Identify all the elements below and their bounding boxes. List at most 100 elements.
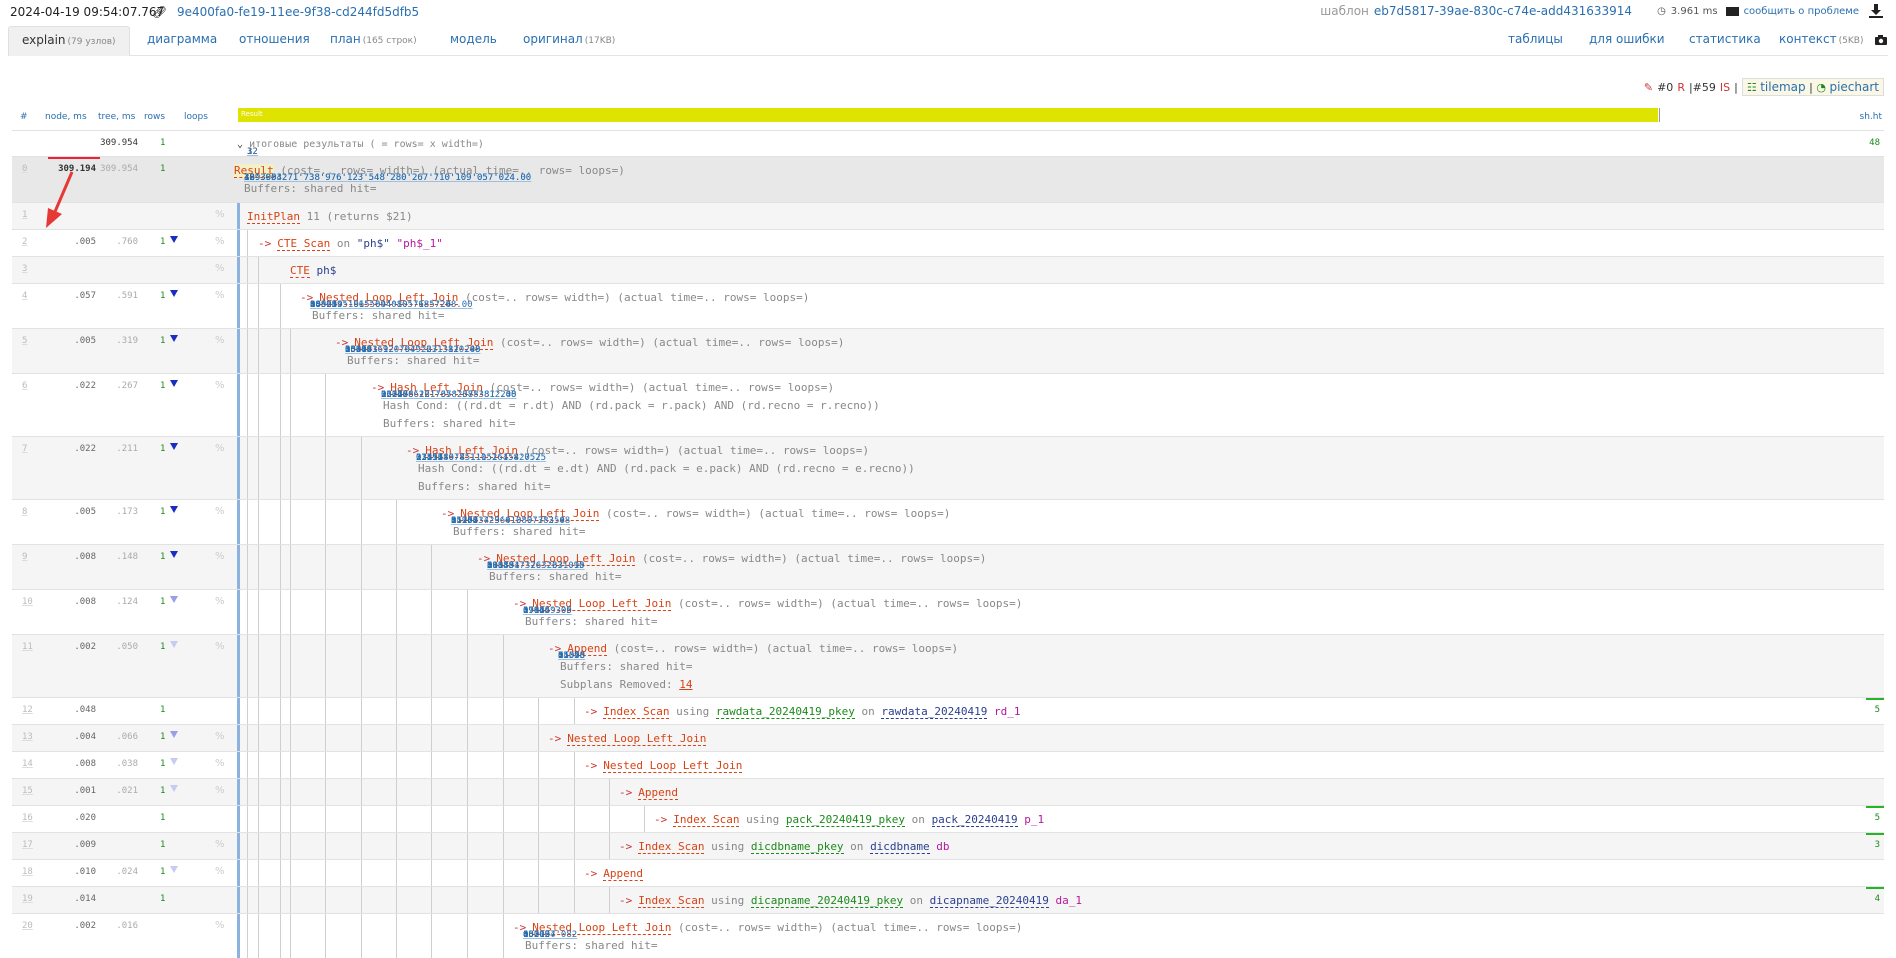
percent-icon[interactable]: % [215, 839, 225, 850]
template-id-link[interactable]: eb7d5817-39ae-830c-c74e-add431633914 [1374, 4, 1632, 18]
row-num[interactable]: 0 [22, 164, 27, 174]
op-name[interactable]: Index Scan [638, 840, 705, 854]
row-num[interactable]: 4 [22, 291, 27, 301]
plan-row[interactable]: 16 .020 1 -> Index Scan using pack_202404… [12, 805, 1884, 832]
op-name[interactable]: Append [603, 867, 643, 881]
plan-row[interactable]: 9 .008 .148 1 % -> Nested Loop Left Join … [12, 544, 1884, 589]
tab-statistics[interactable]: статистика [1676, 26, 1774, 56]
col-hash[interactable]: # [20, 112, 28, 122]
timeline-bar[interactable]: Result [238, 108, 1660, 122]
percent-icon[interactable]: % [215, 731, 225, 742]
percent-icon[interactable]: % [215, 236, 225, 247]
percent-icon[interactable]: % [215, 866, 225, 877]
plan-uuid-link[interactable]: 9e400fa0-fe19-11ee-9f38-cd244fd5dfb5 [177, 5, 419, 19]
expand-triangle-icon[interactable] [170, 758, 178, 765]
percent-icon[interactable]: % [215, 596, 225, 607]
percent-icon[interactable]: % [215, 920, 225, 931]
percent-icon[interactable]: % [215, 758, 225, 769]
col-tree-ms[interactable]: tree, ms [98, 112, 135, 122]
index-name[interactable]: rawdata_20240419_pkey [715, 705, 855, 719]
row-num[interactable]: 8 [22, 507, 27, 517]
tab-tables[interactable]: таблицы [1495, 26, 1576, 56]
op-name[interactable]: Index Scan [638, 894, 705, 908]
percent-icon[interactable]: % [215, 209, 225, 220]
expand-triangle-icon[interactable] [170, 335, 178, 342]
percent-icon[interactable]: % [215, 641, 225, 652]
index-name[interactable]: dicapname_20240419_pkey [750, 894, 904, 908]
col-loops[interactable]: loops [184, 112, 208, 122]
expand-triangle-icon[interactable] [170, 506, 178, 513]
table-name[interactable]: dicdbname [870, 840, 930, 854]
plan-row[interactable]: 10 .008 .124 1 % -> Nested Loop Left Join… [12, 589, 1884, 634]
plan-row[interactable]: 3 % CTE ph$ [12, 256, 1884, 283]
expand-triangle-icon[interactable] [170, 641, 178, 648]
tab-context[interactable]: контекст (5KB) [1766, 26, 1876, 56]
op-name[interactable]: CTE Scan [277, 237, 331, 251]
download-icon[interactable] [1868, 3, 1884, 19]
row-num[interactable]: 6 [22, 381, 27, 391]
tab-diagram[interactable]: диаграмма [134, 26, 230, 56]
plan-row[interactable]: 20 .002 .016 % -> Nested Loop Left Join (… [12, 913, 1884, 958]
expand-triangle-icon[interactable] [170, 731, 178, 738]
plan-row[interactable]: 6 .022 .267 1 % -> Hash Left Join (cost= 1… [12, 373, 1884, 436]
expand-triangle-icon[interactable] [170, 596, 178, 603]
percent-icon[interactable]: % [215, 380, 225, 391]
row-num[interactable]: 17 [22, 840, 33, 850]
plan-row[interactable]: 2 .005 .760 1 % -> CTE Scan on "ph$" "ph$… [12, 229, 1884, 256]
tab-for-error[interactable]: для ошибки [1576, 26, 1678, 56]
mail-icon[interactable] [1725, 6, 1739, 16]
percent-icon[interactable]: % [215, 335, 225, 346]
row-num[interactable]: 18 [22, 867, 33, 877]
plan-row[interactable]: 19 .014 1 -> Index Scan using dicapname_2… [12, 886, 1884, 913]
plan-row[interactable]: 15 .001 .021 1 % -> Append [12, 778, 1884, 805]
plan-row[interactable]: 309.954 1 ⌄ итоговые результаты (32 = ro… [12, 130, 1884, 157]
op-name[interactable]: Nested Loop Left Join [567, 732, 707, 746]
table-name[interactable]: pack_20240419 [931, 813, 1018, 827]
row-num[interactable]: 13 [22, 732, 33, 742]
piechart-link[interactable]: piechart [1829, 80, 1879, 94]
row-num[interactable]: 10 [22, 597, 33, 607]
tab-plan[interactable]: план (165 строк) [317, 26, 430, 56]
table-name[interactable]: dicapname_20240419 [929, 894, 1049, 908]
row-num[interactable]: 1 [22, 210, 27, 220]
row-num[interactable]: 9 [22, 552, 27, 562]
expand-triangle-icon[interactable] [170, 866, 178, 873]
row-num[interactable]: 12 [22, 705, 33, 715]
plan-row[interactable]: 7 .022 .211 1 % -> Hash Left Join (cost= 1… [12, 436, 1884, 499]
row-num[interactable]: 7 [22, 444, 27, 454]
index-name[interactable]: pack_20240419_pkey [785, 813, 906, 827]
camera-icon[interactable] [1874, 34, 1888, 46]
percent-icon[interactable]: % [215, 551, 225, 562]
row-num[interactable]: 16 [22, 813, 33, 823]
tab-relations[interactable]: отношения [226, 26, 323, 56]
badge-node-0[interactable]: #0 [1657, 81, 1673, 94]
plan-row[interactable]: 13 .004 .066 1 % -> Nested Loop Left Join [12, 724, 1884, 751]
op-name[interactable]: Append [638, 786, 678, 800]
report-problem-link[interactable]: сообщить о проблеме [1744, 6, 1859, 17]
plan-row[interactable]: 4 .057 .591 1 % -> Nested Loop Left Join … [12, 283, 1884, 328]
pencil-icon[interactable]: ✎ [1644, 81, 1653, 94]
badge-node-59[interactable]: |#59 [1689, 81, 1716, 94]
op-name[interactable]: Index Scan [673, 813, 740, 827]
percent-icon[interactable]: % [215, 290, 225, 301]
row-num[interactable]: 11 [22, 642, 33, 652]
row-num[interactable]: 20 [22, 921, 33, 931]
tab-original[interactable]: оригинал (17KB) [510, 26, 628, 56]
op-name[interactable]: Index Scan [603, 705, 670, 719]
row-num[interactable]: 14 [22, 759, 33, 769]
op-name[interactable]: InitPlan [247, 210, 300, 224]
percent-icon[interactable]: % [215, 785, 225, 796]
tilemap-link[interactable]: tilemap [1760, 80, 1805, 94]
row-num[interactable]: 5 [22, 336, 27, 346]
plan-row[interactable]: 12 .048 1 -> Index Scan using rawdata_202… [12, 697, 1884, 724]
plan-row[interactable]: 17 .009 1 % -> Index Scan using dicdbname… [12, 832, 1884, 859]
plan-row[interactable]: 5 .005 .319 1 % -> Nested Loop Left Join … [12, 328, 1884, 373]
col-rows[interactable]: rows [144, 112, 165, 122]
row-num[interactable]: 2 [22, 237, 27, 247]
percent-icon[interactable]: % [215, 263, 225, 274]
expand-triangle-icon[interactable] [170, 236, 178, 243]
op-name[interactable]: CTE [290, 264, 310, 278]
expand-triangle-icon[interactable] [170, 443, 178, 450]
percent-icon[interactable]: % [215, 506, 225, 517]
plan-row[interactable]: 8 .005 .173 1 % -> Nested Loop Left Join … [12, 499, 1884, 544]
